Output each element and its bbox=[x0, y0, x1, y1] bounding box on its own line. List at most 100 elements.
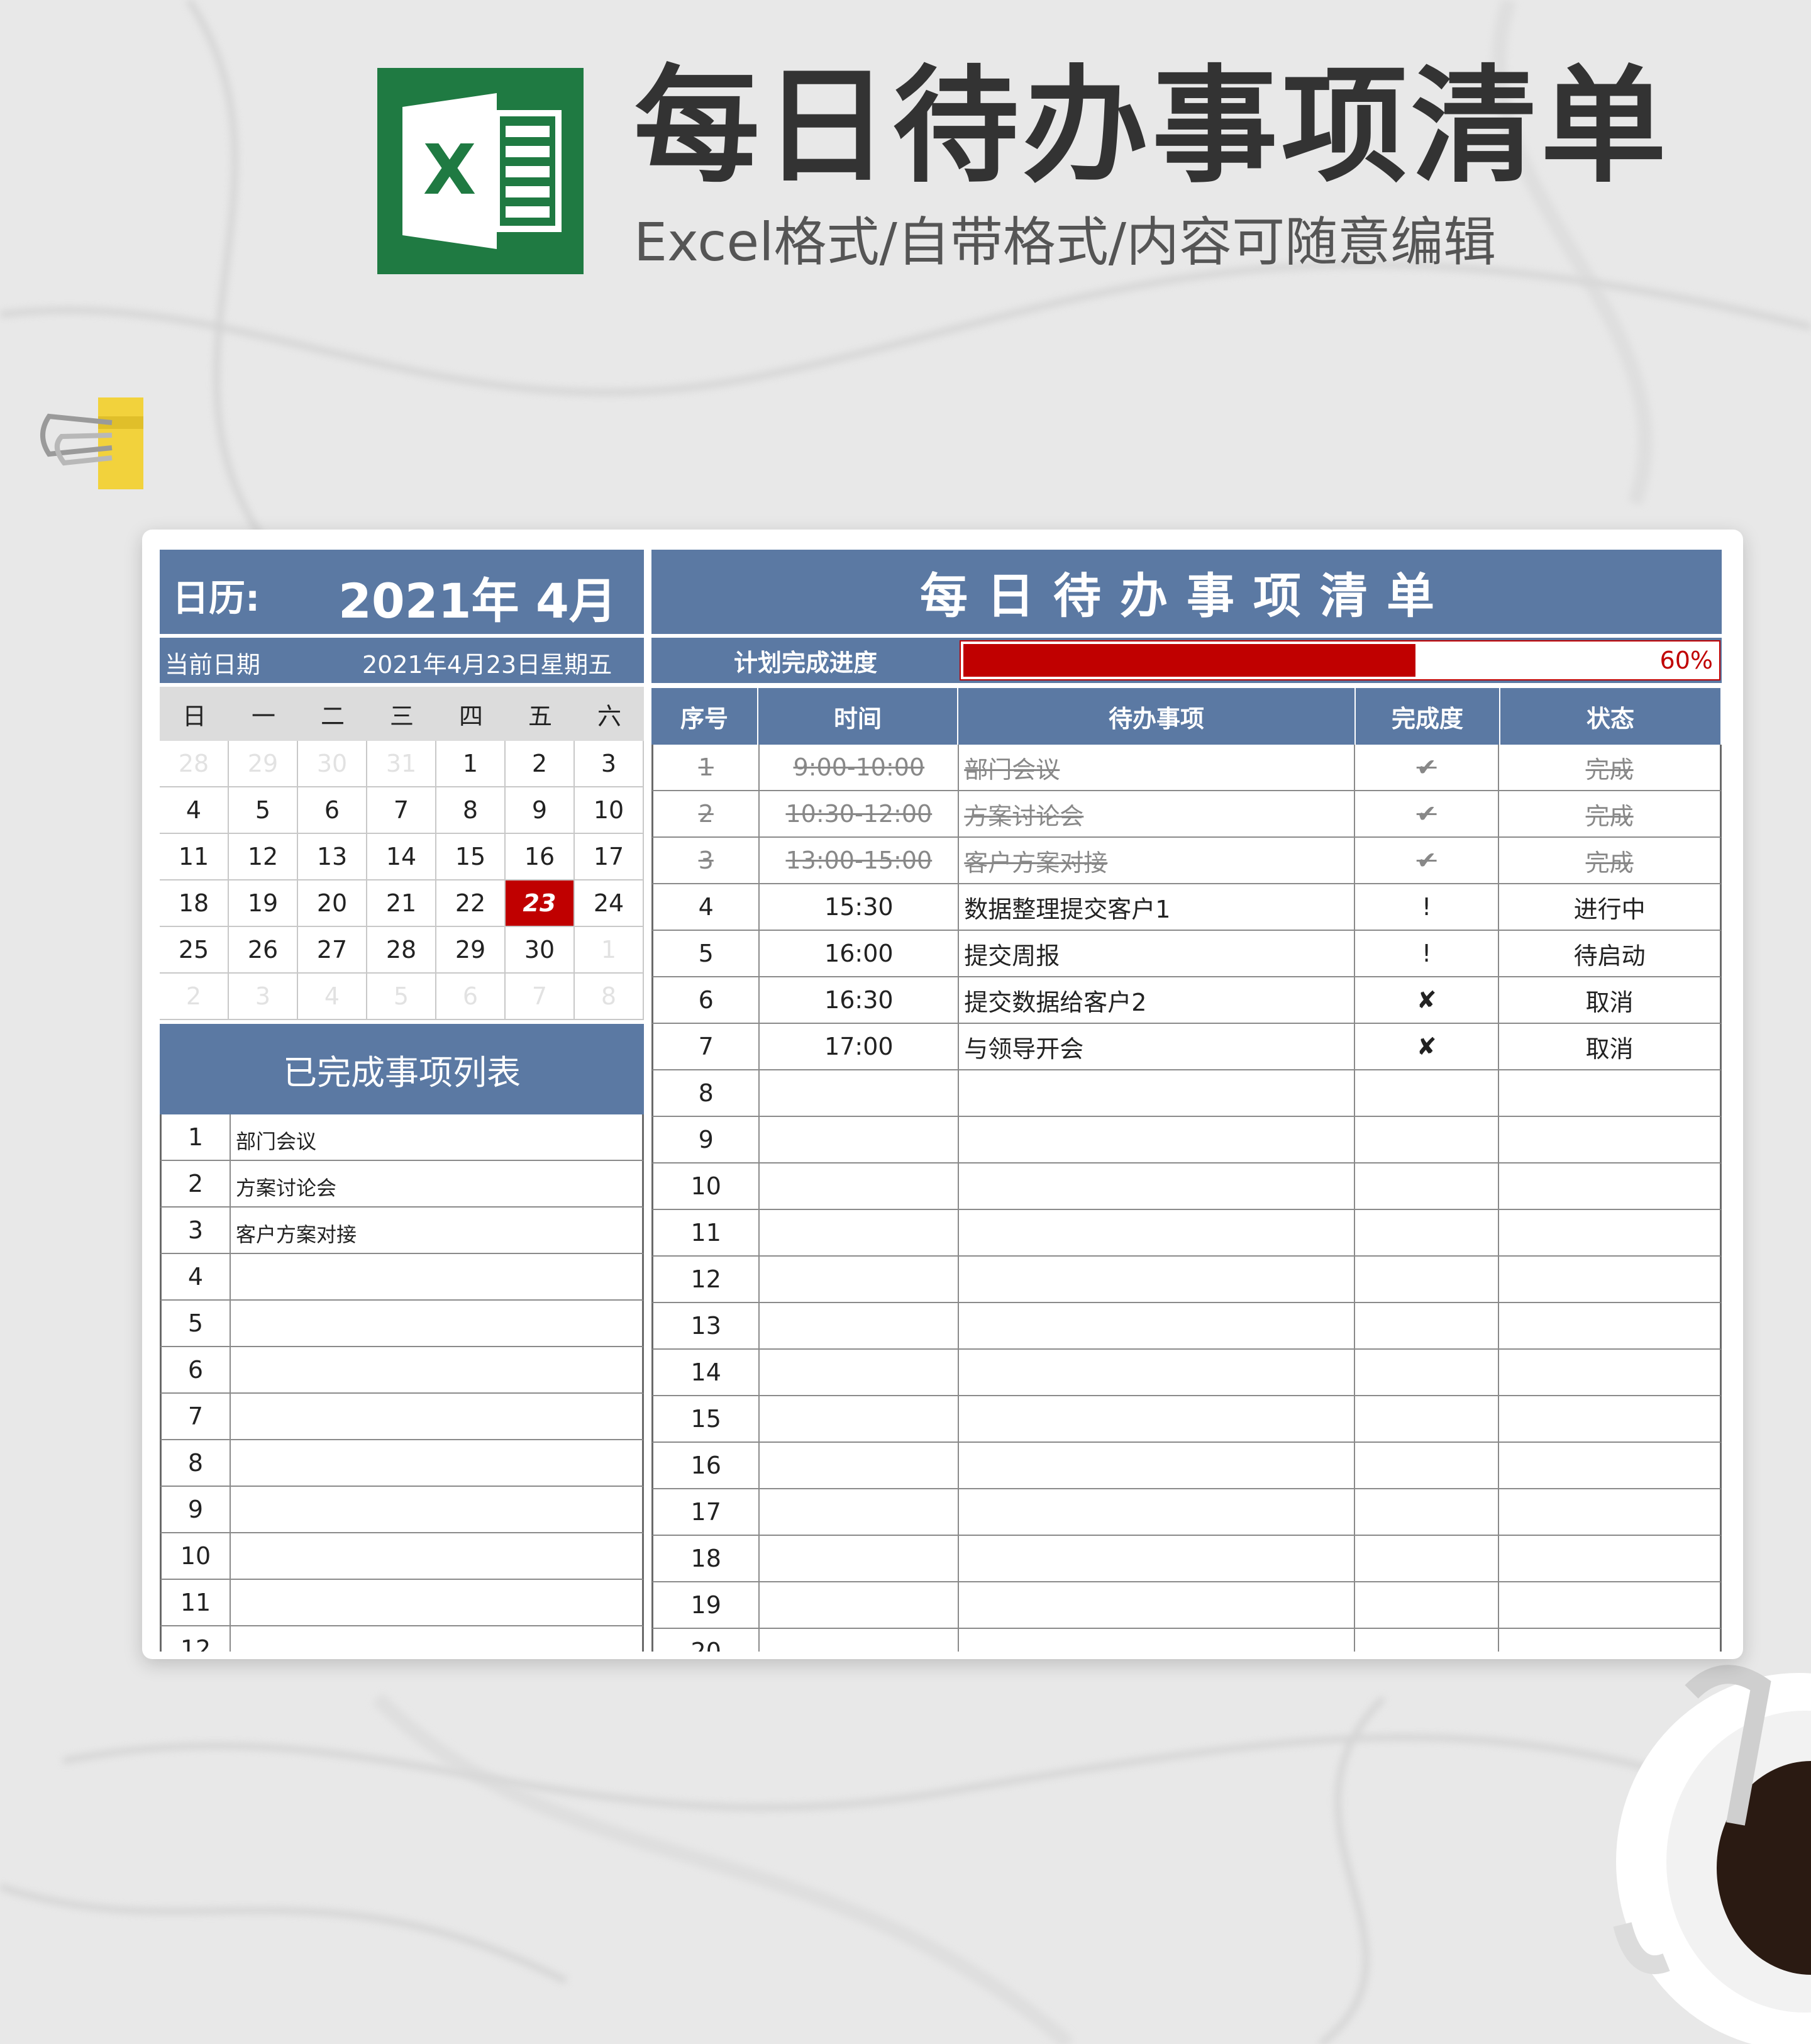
calendar-day[interactable]: 10 bbox=[575, 787, 644, 834]
row-time-cell[interactable] bbox=[760, 1257, 960, 1302]
calendar-day[interactable]: 22 bbox=[436, 880, 506, 927]
calendar-day[interactable]: 8 bbox=[575, 974, 644, 1020]
calendar-day[interactable]: 29 bbox=[229, 741, 298, 787]
completed-item-text[interactable] bbox=[231, 1301, 642, 1346]
completed-item-text[interactable] bbox=[231, 1394, 642, 1439]
row-status-cell[interactable] bbox=[1499, 1070, 1720, 1116]
row-status-cell[interactable] bbox=[1499, 1396, 1720, 1441]
row-task-cell[interactable] bbox=[959, 1582, 1356, 1628]
calendar-day-today[interactable]: 23 bbox=[506, 880, 575, 927]
row-status-cell[interactable] bbox=[1499, 1489, 1720, 1535]
completion-cell-cell[interactable] bbox=[1355, 1117, 1500, 1162]
calendar-day[interactable]: 14 bbox=[367, 834, 436, 880]
completion-cell-cell[interactable] bbox=[1355, 1396, 1500, 1441]
row-task-cell[interactable] bbox=[959, 1257, 1356, 1302]
row-status-cell[interactable]: 待启动 bbox=[1499, 931, 1720, 976]
calendar-day[interactable]: 11 bbox=[160, 834, 229, 880]
row-time-cell[interactable] bbox=[760, 1629, 960, 1652]
row-status-cell[interactable]: 取消 bbox=[1499, 977, 1720, 1023]
calendar-day[interactable]: 4 bbox=[160, 787, 229, 834]
completion-cell-cell[interactable] bbox=[1355, 1210, 1500, 1255]
row-time-cell[interactable]: 10:30-12:00 bbox=[760, 791, 960, 836]
row-status-cell[interactable]: 完成 bbox=[1499, 791, 1720, 836]
row-time-cell[interactable] bbox=[760, 1210, 960, 1255]
calendar-day[interactable]: 28 bbox=[160, 741, 229, 787]
calendar-day[interactable]: 18 bbox=[160, 880, 229, 927]
calendar-day[interactable]: 20 bbox=[298, 880, 367, 927]
calendar-day[interactable]: 1 bbox=[575, 927, 644, 974]
cross-icon-cell[interactable]: ✘ bbox=[1355, 977, 1500, 1023]
completion-cell-cell[interactable] bbox=[1355, 1629, 1500, 1652]
calendar-day[interactable]: 5 bbox=[229, 787, 298, 834]
calendar-day[interactable]: 17 bbox=[575, 834, 644, 880]
row-status-cell[interactable] bbox=[1499, 1210, 1720, 1255]
completion-cell-cell[interactable] bbox=[1355, 1489, 1500, 1535]
row-status-cell[interactable] bbox=[1499, 1629, 1720, 1652]
calendar-day[interactable]: 1 bbox=[436, 741, 506, 787]
row-time-cell[interactable]: 9:00-10:00 bbox=[760, 745, 960, 790]
calendar-day[interactable]: 13 bbox=[298, 834, 367, 880]
calendar-day[interactable]: 2 bbox=[506, 741, 575, 787]
calendar-day[interactable]: 9 bbox=[506, 787, 575, 834]
calendar-day[interactable]: 26 bbox=[229, 927, 298, 974]
calendar-day[interactable]: 15 bbox=[436, 834, 506, 880]
calendar-day[interactable]: 31 bbox=[367, 741, 436, 787]
row-task-cell[interactable]: 提交周报 bbox=[959, 931, 1356, 976]
row-task-cell[interactable] bbox=[959, 1164, 1356, 1209]
row-task-cell[interactable]: 部门会议 bbox=[959, 745, 1356, 790]
row-time-cell[interactable] bbox=[760, 1582, 960, 1628]
row-task-cell[interactable] bbox=[959, 1443, 1356, 1488]
completion-cell-cell[interactable] bbox=[1355, 1070, 1500, 1116]
row-status-cell[interactable] bbox=[1499, 1350, 1720, 1395]
completed-item-text[interactable] bbox=[231, 1533, 642, 1579]
row-status-cell[interactable]: 取消 bbox=[1499, 1024, 1720, 1069]
calendar-day[interactable]: 30 bbox=[506, 927, 575, 974]
row-task-cell[interactable]: 客户方案对接 bbox=[959, 838, 1356, 883]
calendar-day[interactable]: 25 bbox=[160, 927, 229, 974]
completed-item-text[interactable] bbox=[231, 1347, 642, 1392]
row-task-cell[interactable] bbox=[959, 1396, 1356, 1441]
check-icon-cell[interactable]: ✔ bbox=[1355, 745, 1500, 790]
row-time-cell[interactable]: 17:00 bbox=[760, 1024, 960, 1069]
completed-item-text[interactable]: 客户方案对接 bbox=[231, 1208, 642, 1253]
row-status-cell[interactable] bbox=[1499, 1117, 1720, 1162]
completed-item-text[interactable] bbox=[231, 1487, 642, 1532]
calendar-day[interactable]: 29 bbox=[436, 927, 506, 974]
calendar-year-month[interactable]: 2021年 4月 bbox=[338, 562, 617, 631]
calendar-day[interactable]: 3 bbox=[575, 741, 644, 787]
completion-cell-cell[interactable] bbox=[1355, 1582, 1500, 1628]
row-status-cell[interactable] bbox=[1499, 1164, 1720, 1209]
row-task-cell[interactable] bbox=[959, 1536, 1356, 1581]
exclamation-icon-cell[interactable]: ! bbox=[1355, 884, 1500, 930]
calendar-day[interactable]: 16 bbox=[506, 834, 575, 880]
row-task-cell[interactable] bbox=[959, 1117, 1356, 1162]
calendar-day[interactable]: 5 bbox=[367, 974, 436, 1020]
calendar-day[interactable]: 2 bbox=[160, 974, 229, 1020]
row-time-cell[interactable] bbox=[760, 1303, 960, 1348]
row-status-cell[interactable]: 完成 bbox=[1499, 745, 1720, 790]
completed-item-text[interactable]: 方案讨论会 bbox=[231, 1161, 642, 1206]
cross-icon-cell[interactable]: ✘ bbox=[1355, 1024, 1500, 1069]
calendar-day[interactable]: 12 bbox=[229, 834, 298, 880]
completed-item-text[interactable] bbox=[231, 1254, 642, 1299]
row-task-cell[interactable] bbox=[959, 1350, 1356, 1395]
row-status-cell[interactable] bbox=[1499, 1582, 1720, 1628]
current-date-value[interactable]: 2021年4月23日星期五 bbox=[362, 645, 612, 680]
completed-item-text[interactable] bbox=[231, 1626, 642, 1652]
row-status-cell[interactable] bbox=[1499, 1257, 1720, 1302]
calendar-day[interactable]: 8 bbox=[436, 787, 506, 834]
exclamation-icon-cell[interactable]: ! bbox=[1355, 931, 1500, 976]
row-time-cell[interactable] bbox=[760, 1489, 960, 1535]
calendar-day[interactable]: 7 bbox=[367, 787, 436, 834]
check-icon-cell[interactable]: ✔ bbox=[1355, 791, 1500, 836]
row-time-cell[interactable] bbox=[760, 1117, 960, 1162]
row-task-cell[interactable] bbox=[959, 1210, 1356, 1255]
completion-cell-cell[interactable] bbox=[1355, 1536, 1500, 1581]
calendar-day[interactable]: 30 bbox=[298, 741, 367, 787]
row-time-cell[interactable] bbox=[760, 1443, 960, 1488]
row-task-cell[interactable] bbox=[959, 1629, 1356, 1652]
row-time-cell[interactable] bbox=[760, 1070, 960, 1116]
row-task-cell[interactable] bbox=[959, 1070, 1356, 1116]
row-status-cell[interactable] bbox=[1499, 1303, 1720, 1348]
calendar-day[interactable]: 7 bbox=[506, 974, 575, 1020]
